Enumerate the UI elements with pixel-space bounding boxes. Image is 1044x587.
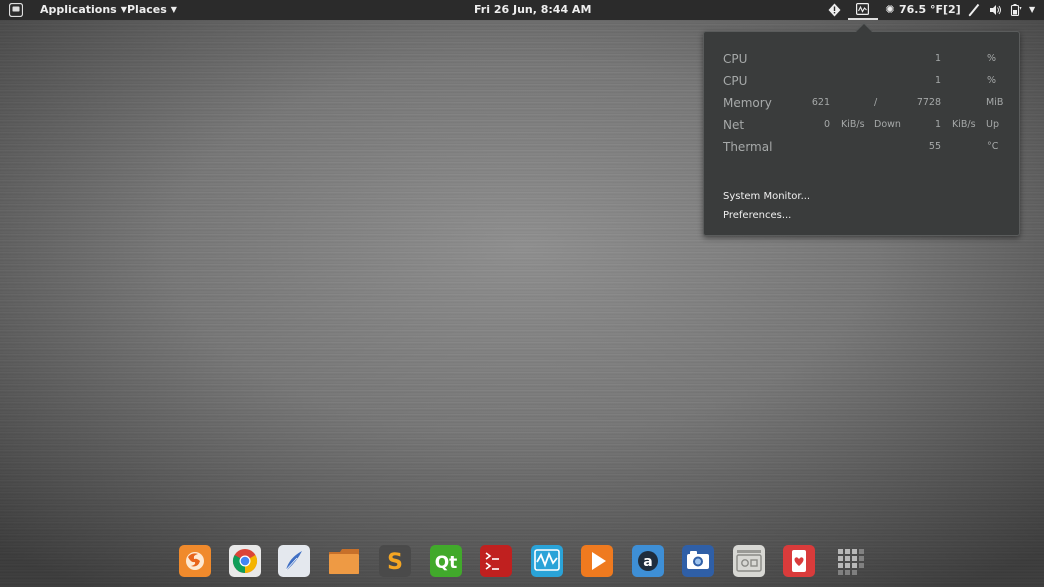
cpu-label: CPU: [723, 74, 748, 88]
battery-icon[interactable]: [1010, 3, 1022, 17]
menu-arrow-fill: [856, 24, 872, 32]
preferences-menu-item[interactable]: Preferences...: [723, 208, 791, 224]
chevron-down-icon: ▼: [170, 5, 177, 14]
software-center-icon[interactable]: a: [631, 544, 665, 578]
svg-text:S: S: [387, 550, 403, 575]
weather-temperature: 76.5 °F: [899, 3, 943, 16]
text-editor-icon[interactable]: [277, 544, 311, 578]
network-indicator-icon[interactable]: [828, 3, 841, 17]
memory-label: Memory: [723, 96, 772, 110]
memory-row: Memory 621 / 7728 MiB: [704, 93, 1019, 113]
memory-total: 7728: [916, 97, 941, 108]
places-menu[interactable]: Places ▼: [127, 0, 177, 20]
svg-text:Qt: Qt: [435, 553, 458, 573]
system-menu-chevron-down-icon[interactable]: ▼: [1029, 0, 1035, 20]
net-down-unit: KiB/s: [841, 119, 865, 130]
svg-text:a: a: [643, 554, 652, 570]
thermal-row: Thermal 55 °C: [704, 137, 1019, 157]
applications-menu[interactable]: Applications ▼: [40, 0, 127, 20]
net-up-value: 1: [934, 119, 941, 130]
workspace-indicator[interactable]: [2]: [943, 0, 961, 20]
net-up-label: Up: [986, 119, 999, 130]
cpu-value: 1: [934, 53, 941, 64]
net-label: Net: [723, 118, 745, 132]
activities-icon: [9, 3, 23, 17]
net-down-label: Down: [874, 119, 901, 130]
firefox-icon[interactable]: [178, 544, 212, 578]
remote-desktop-icon[interactable]: [732, 544, 766, 578]
system-monitor-menu-item[interactable]: System Monitor...: [723, 189, 810, 205]
activities-button[interactable]: [9, 3, 23, 17]
dock: S Qt a: [176, 544, 876, 580]
memory-used: 621: [811, 97, 830, 108]
system-monitor-indicator[interactable]: [848, 0, 878, 20]
net-down-value: 0: [823, 119, 830, 130]
cpu-label: CPU: [723, 52, 748, 66]
cpu-unit: %: [987, 75, 997, 86]
clock[interactable]: Fri 26 Jun, 8:44 AM: [474, 0, 591, 20]
cpu-row: CPU 1 %: [704, 49, 1019, 69]
card-game-icon[interactable]: [782, 544, 816, 578]
app-grid-icon[interactable]: [833, 544, 867, 578]
thermal-label: Thermal: [723, 140, 773, 154]
net-up-unit: KiB/s: [952, 119, 976, 130]
pen-indicator-icon[interactable]: [968, 3, 980, 17]
qt-creator-icon[interactable]: Qt: [429, 544, 463, 578]
terminal-icon[interactable]: [479, 544, 513, 578]
chrome-icon[interactable]: [228, 544, 262, 578]
applications-label: Applications: [40, 3, 117, 16]
system-monitor-menu: CPU 1 % CPU 1 % Memory 621 / 7728 MiB Ne…: [703, 31, 1020, 236]
top-panel: Applications ▼ Places ▼ Fri 26 Jun, 8:44 A…: [0, 0, 1044, 20]
system-monitor-icon[interactable]: [530, 544, 564, 578]
weather-indicator[interactable]: ✺ 76.5 °F: [884, 0, 943, 20]
media-player-icon[interactable]: [580, 544, 614, 578]
chevron-down-icon: ▼: [120, 5, 127, 14]
sublime-icon[interactable]: S: [378, 544, 412, 578]
files-icon[interactable]: [327, 544, 361, 578]
weather-sun-icon: ✺: [885, 3, 895, 16]
cpu-value: 1: [934, 75, 941, 86]
net-row: Net 0 KiB/s Down 1 KiB/s Up: [704, 115, 1019, 135]
memory-separator: /: [874, 97, 878, 108]
volume-icon[interactable]: [989, 3, 1002, 17]
cpu-unit: %: [987, 53, 997, 64]
thermal-value: 55: [928, 141, 941, 152]
places-label: Places: [127, 3, 167, 16]
screenshot-icon[interactable]: [681, 544, 715, 578]
system-monitor-tray-icon: [856, 3, 869, 15]
thermal-unit: °C: [987, 141, 999, 152]
memory-unit: MiB: [986, 97, 1004, 108]
cpu-row: CPU 1 %: [704, 71, 1019, 91]
